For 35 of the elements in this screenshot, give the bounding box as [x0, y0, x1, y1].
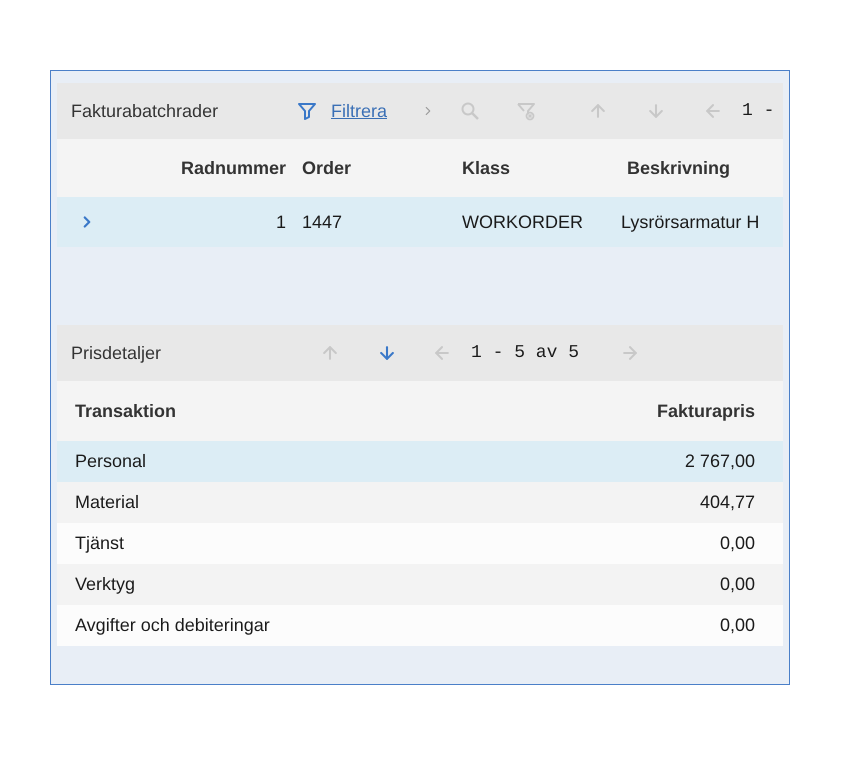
table-row[interactable]: Verktyg 0,00	[57, 564, 783, 605]
table-cell-text: Tjänst	[74, 533, 124, 554]
table-row[interactable]: Avgifter och debiteringar 0,00	[57, 605, 783, 646]
table-title: Fakturabatchrader	[71, 100, 220, 122]
clear-filter-icon	[516, 101, 536, 121]
table-cell-text: Verktyg	[74, 574, 136, 595]
arrow-down-icon	[377, 343, 397, 363]
table-cell-text: Material	[74, 492, 140, 513]
table-cell-text: 0,00	[720, 533, 756, 554]
table-cell-text: Lysrörsarmatur H	[620, 212, 760, 232]
search-icon	[460, 101, 480, 121]
table-cell-text: 0,00	[720, 615, 756, 636]
filter-icon	[297, 101, 317, 121]
column-header[interactable]: Beskrivning	[611, 158, 730, 178]
column-header[interactable]: Klass	[446, 158, 510, 178]
column-header[interactable]: Radnummer	[180, 158, 286, 178]
table-cell-text: 2 767,00	[684, 451, 756, 472]
table-row[interactable]: 1 1447 WORKORDER Lysrörsarmatur H	[57, 197, 783, 247]
table-cell-text: Avgifter och debiteringar	[74, 615, 270, 636]
pagination-text: 1 -	[742, 101, 774, 121]
filter-link[interactable]: Filtrera	[297, 100, 388, 122]
table-row[interactable]: Material 404,77	[57, 482, 783, 523]
column-header[interactable]: Order	[286, 158, 352, 178]
column-header[interactable]: Transaktion	[57, 400, 176, 422]
column-header[interactable]: Fakturapris	[656, 400, 783, 422]
table-title: Prisdetaljer	[71, 342, 162, 364]
table-row[interactable]: Tjänst 0,00	[57, 523, 783, 564]
table-cell-text: 1447	[301, 212, 342, 232]
pagination-text: 1 - 5 av 5	[471, 343, 580, 363]
table-row[interactable]: Personal 2 767,00	[57, 441, 783, 482]
table-cell: 1	[276, 212, 286, 232]
table-cell-text: 404,77	[700, 492, 756, 513]
table-cell-text: WORKORDER	[461, 212, 583, 232]
table-cell-text: Personal	[74, 451, 146, 472]
table-cell-text: 0,00	[720, 574, 756, 595]
